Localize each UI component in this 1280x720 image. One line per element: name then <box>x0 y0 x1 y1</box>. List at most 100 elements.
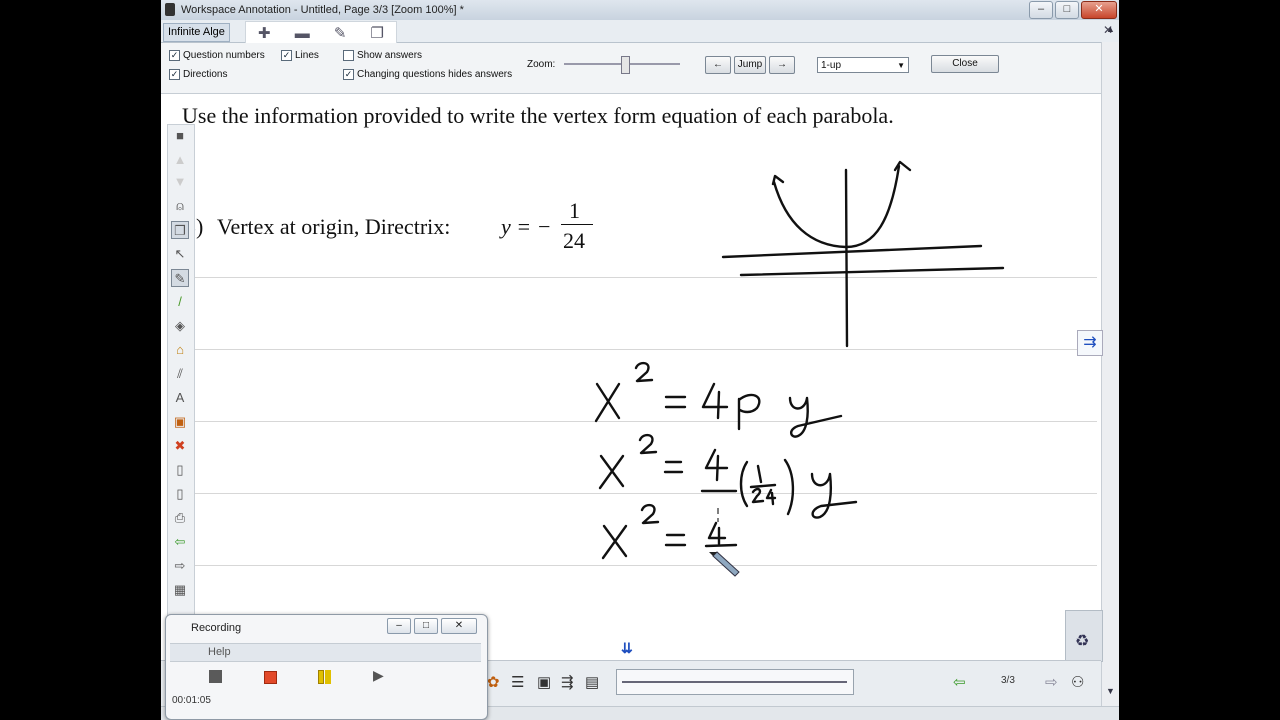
next-arrow-icon[interactable]: ⇨ <box>1045 673 1058 691</box>
copy-icon[interactable]: ❐ <box>370 24 383 42</box>
recording-minimize-button[interactable]: – <box>387 618 411 634</box>
vertical-scrollbar[interactable]: ▲ ▼ <box>1101 24 1119 706</box>
back-button[interactable]: ← <box>705 56 731 74</box>
next-page-icon[interactable]: ⇉ <box>1077 330 1103 356</box>
line2-frac-1 <box>756 464 763 484</box>
align-icon[interactable]: ⇶ <box>561 673 574 691</box>
keyboard-icon[interactable]: ▦ <box>171 581 189 599</box>
minimize-button[interactable]: – <box>1029 1 1053 19</box>
recording-title: Recording <box>191 622 242 634</box>
lines-checkbox[interactable]: ✓ Lines <box>281 50 319 61</box>
previous-page-icon[interactable]: ⇦ <box>953 673 966 691</box>
recording-maximize-button[interactable]: □ <box>414 618 438 634</box>
directions-checkbox[interactable]: ✓ Directions <box>169 69 227 80</box>
layout-select[interactable]: 1-up ▼ <box>817 57 909 73</box>
worksheet-page[interactable]: Use the information provided to write th… <box>161 94 1101 664</box>
line1-p <box>737 393 761 431</box>
checkbox-check-icon: ✓ <box>281 50 292 61</box>
pause-button[interactable] <box>318 670 324 684</box>
graph-x-axis <box>739 266 1005 277</box>
select-arrow-icon[interactable]: ↖ <box>171 245 189 263</box>
maximize-button[interactable]: □ <box>1055 1 1079 19</box>
eraser-icon[interactable]: ◈ <box>171 317 189 335</box>
edit-icon[interactable]: ✎ <box>334 24 347 42</box>
delete-icon[interactable]: ✖ <box>171 437 189 455</box>
line2-paren-right <box>783 458 795 516</box>
recycle-bin[interactable]: ♻ <box>1065 610 1103 662</box>
parabola-curve <box>772 164 901 249</box>
tab-infinite-algebra[interactable]: Infinite Alge <box>163 23 230 42</box>
line1-exp2 <box>634 361 654 383</box>
title-bar: Workspace Annotation - Untitled, Page 3/… <box>161 0 1119 20</box>
line3-equals <box>664 533 687 547</box>
line2-frac-line <box>749 483 777 489</box>
screen-icon[interactable]: ▣ <box>537 673 551 691</box>
line3-x <box>601 524 628 560</box>
window-title: Workspace Annotation - Untitled, Page 3/… <box>181 4 464 16</box>
up-arrow-icon[interactable]: ▲ <box>171 151 189 169</box>
page-icon[interactable]: ▯ <box>171 485 189 503</box>
workspace-annotation-window: Workspace Annotation - Untitled, Page 3/… <box>161 0 1119 720</box>
recording-menu-bar: Help <box>170 643 481 662</box>
record-button[interactable] <box>264 671 277 684</box>
line-tool-icon[interactable]: ⫽ <box>171 365 189 383</box>
line1-four <box>701 382 729 420</box>
highlighter-icon[interactable]: / <box>171 293 189 311</box>
copy-page-icon[interactable]: ❐ <box>171 221 189 239</box>
checkbox-check-icon: ✓ <box>169 69 180 80</box>
line2-four <box>704 448 729 482</box>
line2-frac-24 <box>751 487 777 506</box>
play-icon[interactable]: ▶ <box>373 667 384 684</box>
forward-button[interactable]: → <box>769 56 795 74</box>
page-indicator: 3/3 <box>1001 675 1015 686</box>
chevron-down-icon: ▼ <box>897 61 905 70</box>
seek-bar[interactable] <box>616 669 854 695</box>
palette-icon[interactable]: ✿ <box>487 673 500 691</box>
line3-bar <box>704 543 738 548</box>
print-icon[interactable]: ⎙ <box>171 509 189 527</box>
line1-y <box>788 396 843 438</box>
pen-icon[interactable]: ✎ <box>171 269 189 287</box>
scroll-down-icon[interactable]: ▼ <box>1106 686 1115 696</box>
page-down-icon[interactable]: ⇊ <box>621 640 633 657</box>
remove-icon[interactable]: ▬ <box>295 25 310 42</box>
question-numbers-checkbox[interactable]: ✓ Question numbers <box>169 50 265 61</box>
add-icon[interactable]: ✚ <box>258 24 271 42</box>
text-tool-icon[interactable]: A <box>171 389 189 407</box>
stop-button[interactable] <box>209 670 222 683</box>
redo-icon[interactable]: ⇨ <box>171 557 189 575</box>
line-width-icon[interactable]: ☰ <box>511 673 524 691</box>
recording-window-controls: – □ ✕ <box>387 618 477 634</box>
grid-icon[interactable]: ▤ <box>585 673 599 691</box>
checkbox-empty-icon <box>343 50 354 61</box>
checkbox-check-icon: ✓ <box>343 69 354 80</box>
zoom-slider-thumb[interactable] <box>621 56 630 74</box>
window-controls: – □ ✕ <box>1029 1 1117 19</box>
lock-icon[interactable]: ■ <box>171 127 189 145</box>
new-page-icon[interactable]: ▯ <box>171 461 189 479</box>
recording-close-button[interactable]: ✕ <box>441 618 477 634</box>
recording-window: Recording – □ ✕ Help ▶ 00:01:05 <box>165 614 488 720</box>
graph-y-axis <box>844 168 849 348</box>
mouse-icon[interactable]: ⍝ <box>171 197 189 215</box>
close-button[interactable]: Close <box>931 55 999 73</box>
app-icon <box>165 3 175 16</box>
help-menu[interactable]: Help <box>208 646 231 658</box>
close-window-button[interactable]: ✕ <box>1081 1 1117 19</box>
shape-icon[interactable]: ⌂ <box>171 341 189 359</box>
zoom-label: Zoom: <box>527 59 556 70</box>
pen-cursor-icon <box>709 551 740 577</box>
users-icon[interactable]: ⚇ <box>1071 673 1084 691</box>
left-arrowhead <box>771 174 785 186</box>
image-tool-icon[interactable]: ▣ <box>171 413 189 431</box>
checkbox-check-icon: ✓ <box>169 50 180 61</box>
down-arrow-icon[interactable]: ▼ <box>171 173 189 191</box>
jump-button[interactable]: Jump <box>734 56 766 74</box>
undo-icon[interactable]: ⇦ <box>171 533 189 551</box>
scroll-up-icon[interactable]: ▲ <box>1106 24 1115 34</box>
options-bar: ✓ Question numbers ✓ Lines Show answers ✓ D… <box>161 43 1119 94</box>
line3-exp2 <box>640 503 660 525</box>
mini-toolbar: ✚ ▬ ✎ ❐ <box>245 21 397 45</box>
show-answers-checkbox[interactable]: Show answers <box>343 50 422 61</box>
changing-questions-checkbox[interactable]: ✓ Changing questions hides answers <box>343 69 512 80</box>
